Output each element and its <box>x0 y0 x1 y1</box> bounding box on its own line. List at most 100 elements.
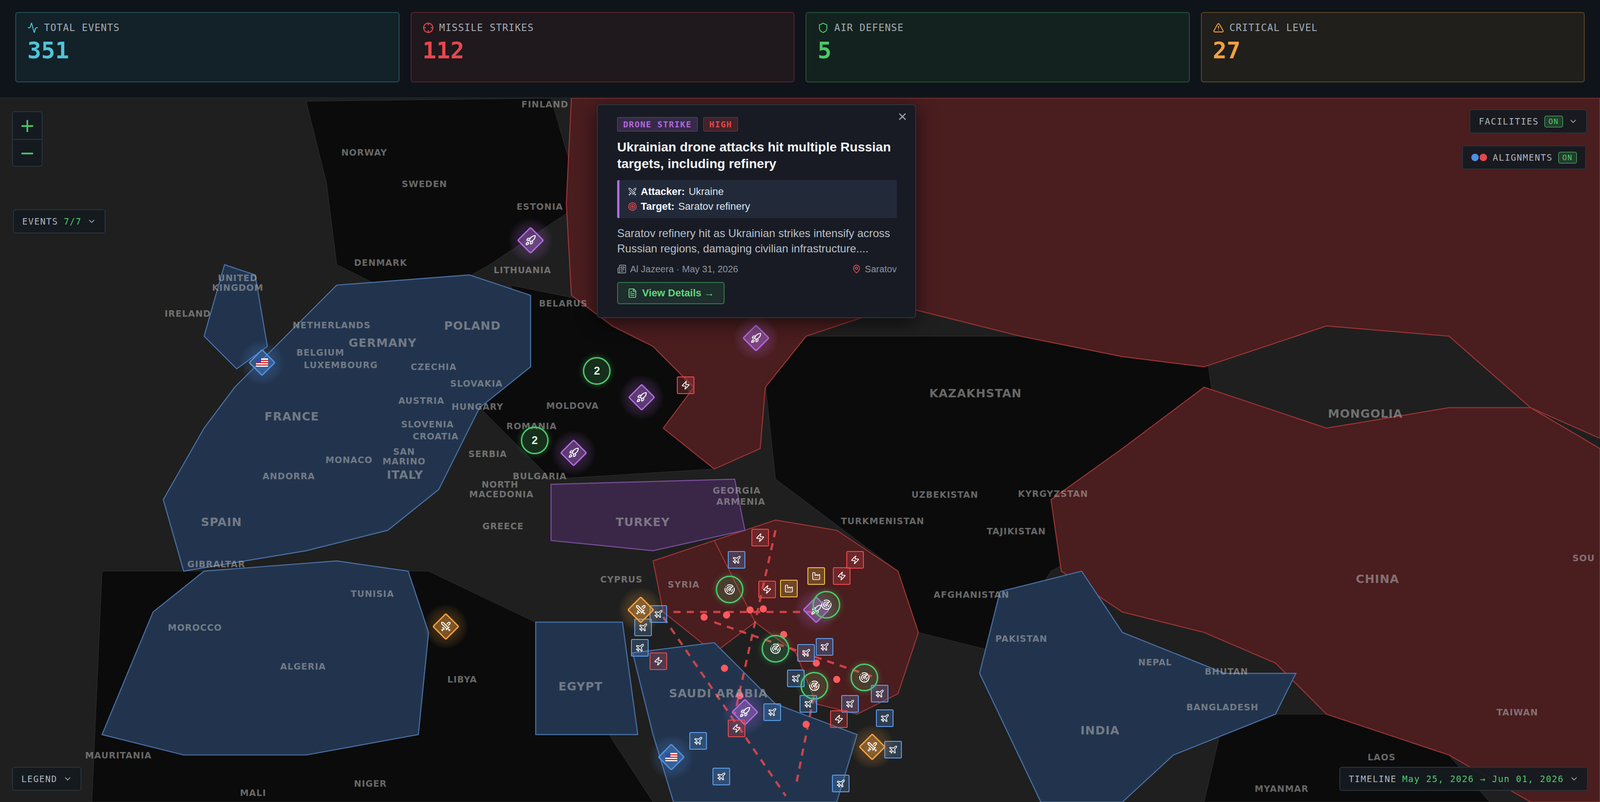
cluster-marker[interactable]: 2 <box>582 356 611 385</box>
ring-marker[interactable] <box>761 634 790 663</box>
air-marker[interactable] <box>712 767 731 786</box>
air-marker[interactable] <box>870 684 889 703</box>
cluster-count: 2 <box>531 433 538 447</box>
strike-marker[interactable] <box>626 595 655 624</box>
plane-icon <box>836 778 846 788</box>
country-label: FRANCE <box>264 410 319 424</box>
missile-marker[interactable] <box>727 719 746 738</box>
marker-icon-box <box>791 673 801 683</box>
chevron-down-icon <box>87 216 97 226</box>
missile-marker[interactable] <box>830 710 848 728</box>
marker-icon-box <box>750 332 762 344</box>
view-details-button[interactable]: View Details → <box>617 281 725 305</box>
stat-card: TOTAL EVENTS351 <box>15 12 400 83</box>
air-marker[interactable] <box>763 703 782 721</box>
marker-icon-box <box>635 604 647 616</box>
trajectory-dot <box>700 613 708 621</box>
drone-marker[interactable] <box>559 438 588 467</box>
plane-icon <box>819 642 830 652</box>
missile-marker[interactable] <box>751 528 769 547</box>
stat-value: 5 <box>817 37 1178 64</box>
country-label: CYPRUS <box>600 574 643 585</box>
country-label: LUXEMBOURG <box>303 359 378 370</box>
marker-icon-box <box>880 713 890 723</box>
country-label: BHUTAN <box>1204 666 1249 676</box>
plane-icon <box>803 699 813 709</box>
strike-marker[interactable] <box>431 612 460 641</box>
air-marker[interactable] <box>631 638 649 657</box>
cluster-marker[interactable]: 2 <box>520 426 549 455</box>
country-label: CHINA <box>1356 572 1400 586</box>
marker-icon-box <box>731 555 742 565</box>
alignments-toggle[interactable]: ALIGNMENTSON <box>1462 145 1587 170</box>
drone-marker[interactable] <box>627 383 656 412</box>
marker-icon-box <box>820 599 832 611</box>
air-marker[interactable] <box>875 709 894 727</box>
marker-icon-box <box>850 555 860 565</box>
marker-ring <box>761 634 790 663</box>
country-label: NETHERLANDS <box>292 319 371 330</box>
event-title: Ukrainian drone attacks hit multiple Rus… <box>617 138 897 173</box>
air-marker[interactable] <box>831 774 850 793</box>
strike-icon <box>440 620 452 632</box>
missile-marker[interactable] <box>832 567 851 585</box>
ring-marker[interactable] <box>812 590 841 619</box>
marker-square <box>797 643 815 662</box>
drone-icon <box>750 332 762 344</box>
marker-icon-box <box>837 571 847 581</box>
country-label: SOU <box>1572 552 1595 563</box>
marker-icon-box <box>836 778 846 788</box>
country-label: BELGIUM <box>296 347 345 358</box>
facility-marker[interactable] <box>780 579 798 598</box>
country-label: TUNISIA <box>350 588 395 599</box>
air-marker[interactable] <box>797 643 815 662</box>
missile-marker[interactable] <box>676 376 695 394</box>
strike-marker[interactable] <box>858 732 887 761</box>
marker-square <box>846 550 864 569</box>
missile-marker[interactable] <box>649 652 668 670</box>
facilities-toggle[interactable]: FACILITIESON <box>1469 109 1588 134</box>
legend-button[interactable]: LEGEND <box>12 766 82 791</box>
country-label: ESTONIA <box>516 201 563 212</box>
trajectory-dot <box>746 606 754 614</box>
country-label: NORWAY <box>341 147 388 157</box>
facility-marker[interactable] <box>807 567 825 585</box>
air-marker[interactable] <box>799 694 818 713</box>
flag-icon <box>256 358 269 367</box>
flag-marker[interactable] <box>248 348 276 377</box>
events-filter[interactable]: EVENTS7/7 <box>12 209 106 234</box>
drone-icon <box>739 706 751 718</box>
zoom-in-button[interactable]: + <box>12 112 42 139</box>
chevron-down-icon <box>62 774 73 784</box>
flag-marker[interactable] <box>657 743 686 771</box>
marker-icon-box <box>635 643 645 653</box>
country-label: POLAND <box>443 319 501 333</box>
air-marker[interactable] <box>815 637 834 656</box>
country-label: EGYPT <box>558 680 603 694</box>
ring-marker[interactable] <box>715 575 744 604</box>
event-description: Saratov refinery hit as Ukrainian strike… <box>617 225 897 257</box>
country-label: SAN MARINO <box>373 446 435 467</box>
marker-icon-box <box>875 688 885 699</box>
zoom-out-button[interactable]: − <box>12 138 42 166</box>
missile-marker[interactable] <box>846 550 864 569</box>
map[interactable]: FINLANDNORWAYSWEDENESTONIADENMARKLITHUAN… <box>0 98 1600 802</box>
marker-icon-box <box>755 532 765 543</box>
country-label: MONGOLIA <box>1327 407 1403 421</box>
air-marker[interactable] <box>727 550 746 569</box>
timeline-button[interactable]: TIMELINEMay 25, 2026 → Jun 01, 2026 <box>1339 766 1588 791</box>
missile-marker[interactable] <box>758 580 776 599</box>
drone-marker[interactable] <box>516 226 545 255</box>
land-scandinavia <box>306 98 582 306</box>
missile-icon <box>762 584 772 594</box>
drone-marker[interactable] <box>742 324 770 352</box>
marker-icon-box <box>834 714 844 724</box>
country-label: GERMANY <box>348 337 417 350</box>
close-button[interactable]: × <box>894 106 910 126</box>
country-label: SLOVAKIA <box>450 378 503 388</box>
chevron-down-icon <box>1568 116 1578 126</box>
country-label: AFGHANISTAN <box>933 589 1010 600</box>
region-europe <box>163 275 531 572</box>
air-marker[interactable] <box>689 731 707 750</box>
region-india <box>979 570 1296 802</box>
